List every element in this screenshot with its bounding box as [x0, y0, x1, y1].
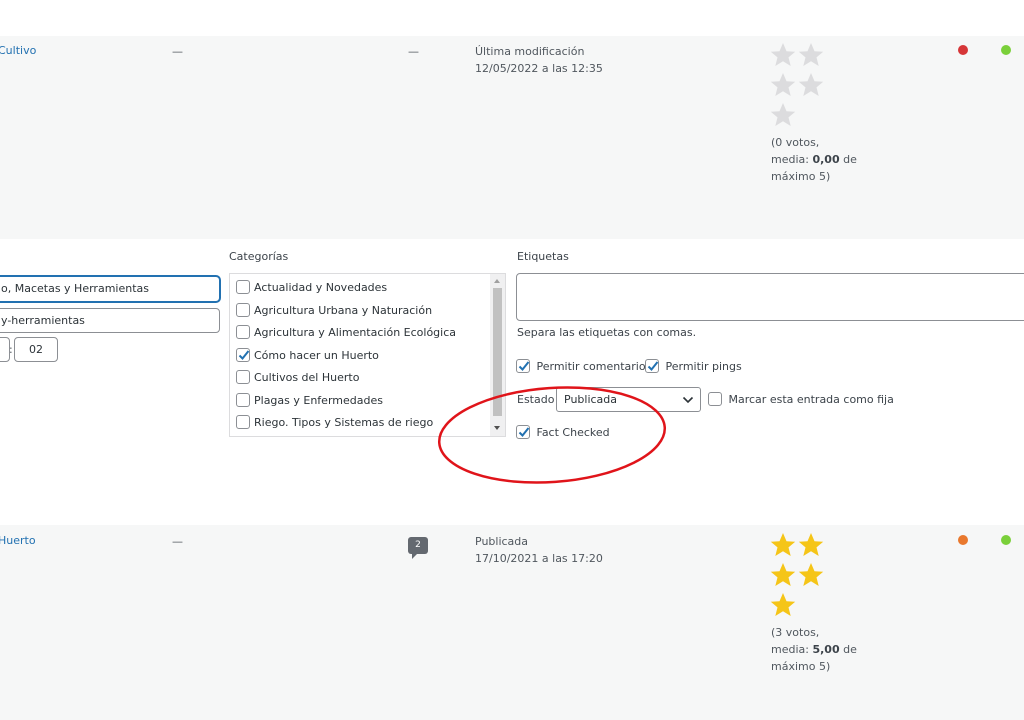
allow-comments-option[interactable]: Permitir comentarios [516, 359, 651, 373]
category-item[interactable]: Agricultura Urbana y Naturación [236, 301, 432, 321]
category-item[interactable]: Agricultura y Alimentación Ecológica [236, 323, 456, 343]
rating-summary: (3 votos, media: 5,00 de máximo 5) [771, 624, 871, 675]
categories-heading: Categorías [229, 250, 289, 263]
rating-summary: (0 votos, media: 0,00 de máximo 5) [771, 134, 871, 185]
allow-pings-checkbox[interactable] [645, 359, 659, 373]
category-checkbox[interactable] [236, 392, 250, 407]
sticky-checkbox[interactable] [708, 392, 722, 406]
slug-field[interactable]: y-herramientas [0, 308, 220, 333]
time-minute-field[interactable]: 02 [14, 337, 58, 362]
seo-status-dot [958, 45, 968, 55]
star-icon[interactable] [770, 42, 796, 68]
chevron-down-icon [682, 396, 694, 404]
star-icon[interactable] [798, 532, 824, 558]
category-label: Agricultura Urbana y Naturación [254, 303, 433, 317]
sticky-option[interactable]: Marcar esta entrada como fija [708, 392, 894, 406]
star-icon[interactable] [770, 72, 796, 98]
post-comments: — [408, 45, 419, 58]
category-checkbox[interactable] [236, 280, 250, 294]
post-title-link[interactable]: Huerto [0, 534, 36, 547]
star-icon[interactable] [770, 532, 796, 558]
readability-status-dot [1001, 535, 1011, 545]
rating-votes: (0 votos, [771, 136, 820, 149]
rating-max: máximo 5) [771, 170, 831, 183]
rating-votes: (3 votos, [771, 626, 820, 639]
category-item[interactable]: Cómo hacer un Huerto [236, 346, 379, 366]
category-label: Agricultura y Alimentación Ecológica [254, 326, 457, 339]
sticky-label: Marcar esta entrada como fija [728, 392, 894, 406]
category-label: Riego. Tipos y Sistemas de riego [254, 416, 434, 429]
star-icon[interactable] [770, 592, 796, 618]
rating-max: máximo 5) [771, 660, 831, 673]
category-checkbox[interactable] [236, 347, 250, 362]
post-date-status: Publicada [475, 535, 529, 548]
category-label: Plagas y Enfermedades [254, 393, 383, 407]
allow-pings-label: Permitir pings [665, 359, 742, 373]
seo-status-dot [958, 535, 968, 545]
bubble-tail [412, 554, 417, 559]
tags-help-text: Separa las etiquetas con comas. [517, 326, 697, 339]
comment-count: 2 [408, 537, 428, 554]
readability-status-dot [1001, 45, 1011, 55]
rating-average: media: 5,00 de [771, 643, 857, 656]
post-date: 12/05/2022 a las 12:35 [475, 62, 603, 75]
rating-stars[interactable] [770, 42, 830, 132]
category-label: Cómo hacer un Huerto [254, 348, 379, 362]
comment-count-bubble[interactable]: 2 [408, 537, 428, 559]
post-author: — [172, 535, 183, 548]
star-icon[interactable] [770, 562, 796, 588]
post-author: — [172, 45, 183, 58]
star-icon[interactable] [770, 102, 796, 128]
category-checkbox[interactable] [236, 370, 250, 384]
category-name-field[interactable]: o, Macetas y Herramientas [0, 276, 220, 302]
allow-pings-option[interactable]: Permitir pings [645, 359, 742, 373]
category-item[interactable]: Cultivos del Huerto [236, 368, 359, 388]
rating-stars[interactable] [770, 532, 830, 622]
allow-comments-label: Permitir comentarios [536, 359, 652, 373]
rating-average: media: 0,00 de [771, 153, 857, 166]
post-date-status: Última modificación [475, 45, 585, 58]
scroll-up-arrow[interactable] [494, 279, 500, 283]
category-checkbox[interactable] [236, 302, 250, 317]
star-icon[interactable] [798, 72, 824, 98]
post-date: 17/10/2021 a las 17:20 [475, 552, 603, 565]
category-label: Actualidad y Novedades [254, 281, 388, 294]
post-title-link[interactable]: Cultivo [0, 44, 36, 57]
category-label: Cultivos del Huerto [254, 371, 360, 384]
tags-textarea[interactable] [516, 273, 1024, 321]
category-item[interactable]: Plagas y Enfermedades [236, 391, 383, 411]
category-item[interactable]: Riego. Tipos y Sistemas de riego [236, 413, 433, 433]
annotation-circle [437, 386, 667, 484]
tags-heading: Etiquetas [517, 250, 569, 263]
category-item[interactable]: Actualidad y Novedades [236, 278, 387, 298]
category-checkbox[interactable] [236, 415, 250, 429]
time-separator: : [9, 343, 13, 356]
star-icon[interactable] [798, 562, 824, 588]
allow-comments-checkbox[interactable] [516, 359, 530, 373]
category-checkbox[interactable] [236, 325, 250, 339]
star-icon[interactable] [798, 42, 824, 68]
